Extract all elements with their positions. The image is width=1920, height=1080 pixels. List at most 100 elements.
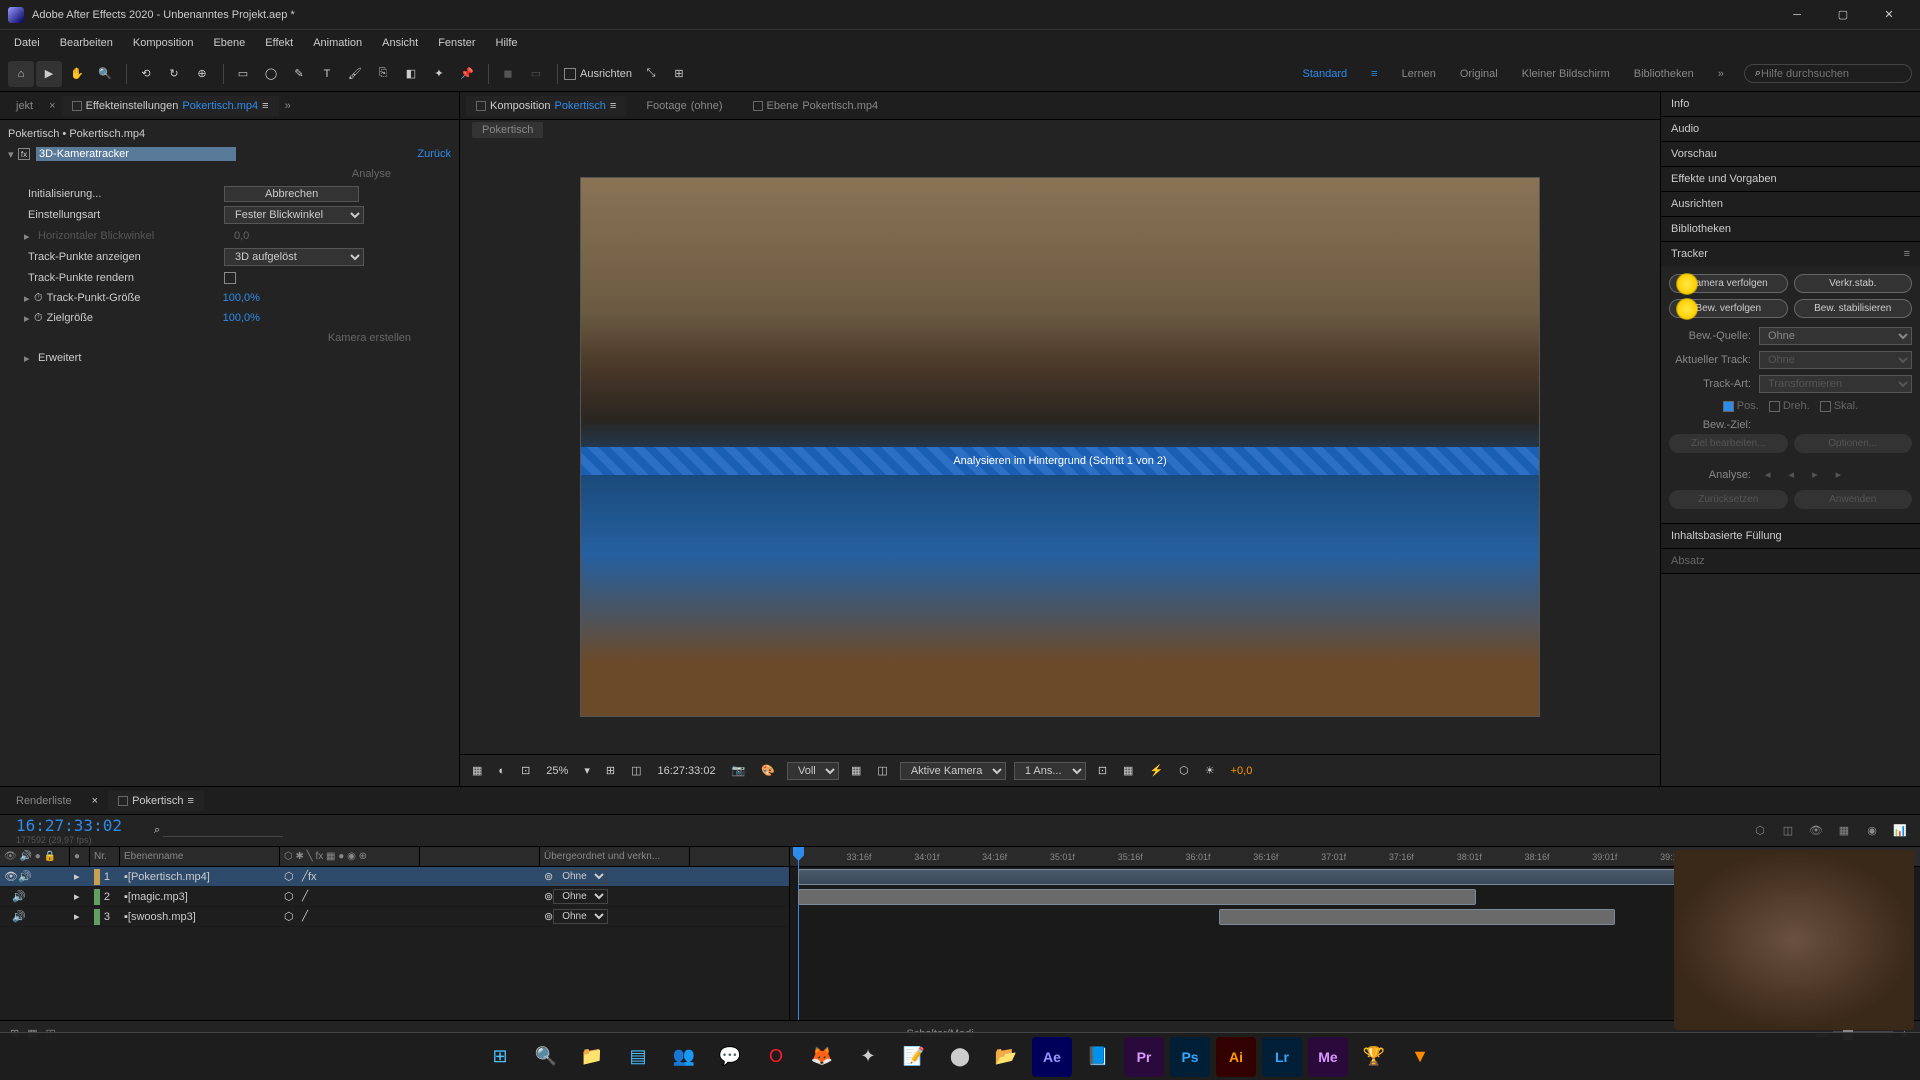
minimize-button[interactable]: ─	[1774, 0, 1820, 30]
notes-icon[interactable]: 📝	[894, 1037, 934, 1077]
search-input[interactable]	[1761, 68, 1901, 80]
selection-tool[interactable]: ▶	[36, 61, 62, 87]
grid-tool[interactable]: ⊞	[666, 61, 692, 87]
fast-preview-icon[interactable]: ⚡	[1145, 762, 1167, 779]
point-size-value[interactable]: 100,0	[223, 292, 251, 304]
home-tool[interactable]: ⌂	[8, 61, 34, 87]
layer-bar-audio2[interactable]	[1219, 909, 1615, 925]
menu-help[interactable]: Hilfe	[486, 33, 528, 53]
align-panel-header[interactable]: Ausrichten	[1661, 192, 1920, 216]
menu-view[interactable]: Ansicht	[372, 33, 428, 53]
res-icon[interactable]: ⊞	[602, 762, 619, 779]
speaker-icon[interactable]: 🔊	[12, 910, 26, 923]
layer-name[interactable]: [Pokertisch.mp4]	[128, 871, 210, 883]
workspace-learn[interactable]: Lernen	[1402, 68, 1436, 80]
target-size-value[interactable]: 100,0	[223, 312, 251, 324]
frame-blend-icon[interactable]: ▦	[1834, 824, 1854, 837]
after-effects-icon[interactable]: Ae	[1032, 1037, 1072, 1077]
maximize-button[interactable]: ▢	[1820, 0, 1866, 30]
setting-type-select[interactable]: Fester Blickwinkel	[224, 206, 364, 224]
color-icon[interactable]: 🎨	[757, 762, 779, 779]
app-icon-3[interactable]: ▼	[1400, 1037, 1440, 1077]
opera-icon[interactable]: O	[756, 1037, 796, 1077]
layer-row[interactable]: 🔊 ▸ 2 ▪ [magic.mp3] ⬡ ╱ ⊚ Ohne	[0, 887, 789, 907]
panel-menu-icon[interactable]: ≡	[1904, 248, 1910, 260]
workspace-more-icon[interactable]: »	[1718, 68, 1724, 80]
view-opt-icon[interactable]: ⊡	[1094, 762, 1111, 779]
workspace-standard[interactable]: Standard	[1302, 68, 1347, 80]
illustrator-icon[interactable]: Ai	[1216, 1037, 1256, 1077]
lightroom-icon[interactable]: Lr	[1262, 1037, 1302, 1077]
timecode-display[interactable]: 16:27:33:02	[653, 763, 719, 779]
effects-panel-header[interactable]: Effekte und Vorgaben	[1661, 167, 1920, 191]
firefox-icon[interactable]: 🦊	[802, 1037, 842, 1077]
3d-icon[interactable]: ⬡	[1175, 762, 1193, 779]
layer-name[interactable]: [swoosh.mp3]	[128, 911, 196, 923]
views-select[interactable]: 1 Ans...	[1014, 762, 1086, 780]
twirl-icon[interactable]: ▾	[8, 148, 18, 161]
close-button[interactable]: ✕	[1866, 0, 1912, 30]
app-icon[interactable]: ✦	[848, 1037, 888, 1077]
motion-blur-icon[interactable]: ◉	[1862, 824, 1882, 837]
mask-icon[interactable]: ◐	[494, 763, 509, 779]
audio-panel-header[interactable]: Audio	[1661, 117, 1920, 141]
help-search[interactable]: ⌕	[1744, 64, 1912, 83]
effect-controls-tab[interactable]: Effekteinstellungen Pokertisch.mp4 ≡	[62, 96, 279, 116]
tab-close-icon[interactable]: ×	[92, 795, 98, 807]
layer-tab[interactable]: Ebene Pokertisch.mp4	[743, 96, 889, 116]
panel-overflow-icon[interactable]: »	[279, 98, 297, 114]
stabilize-button[interactable]: Bew. stabilisieren	[1794, 299, 1913, 318]
brush-tool[interactable]: 🖌	[342, 61, 368, 87]
timeline-timecode[interactable]: 16:27:33:02	[0, 816, 138, 835]
source-select[interactable]: Ohne	[1759, 327, 1912, 345]
taskview-icon[interactable]: ▤	[618, 1037, 658, 1077]
text-tool[interactable]: T	[314, 61, 340, 87]
track-motion-button[interactable]: Bew. verfolgen	[1669, 299, 1788, 318]
align-checkbox[interactable]	[564, 68, 576, 80]
layer-row[interactable]: 👁 🔊 ▸ 1 ▪ [Pokertisch.mp4] ⬡ ╱ fx ⊚ Ohne	[0, 867, 789, 887]
layer-bar-audio1[interactable]	[798, 889, 1476, 905]
solo-icon[interactable]: ⬡	[284, 890, 294, 903]
comp-tab[interactable]: Komposition Pokertisch ≡	[466, 96, 626, 116]
media-encoder-icon[interactable]: Me	[1308, 1037, 1348, 1077]
guides-icon[interactable]: ◫	[873, 762, 891, 779]
twirl-icon[interactable]: ▸	[24, 352, 34, 365]
clone-tool[interactable]: ⎘	[370, 61, 396, 87]
premiere-icon[interactable]: Pr	[1124, 1037, 1164, 1077]
draft3d-icon[interactable]: ◫	[1778, 824, 1798, 837]
cancel-button[interactable]: Abbrechen	[224, 186, 359, 202]
speaker-icon[interactable]: 🔊	[18, 870, 32, 883]
eye-icon[interactable]: 👁	[4, 870, 18, 883]
menu-layer[interactable]: Ebene	[203, 33, 255, 53]
menu-window[interactable]: Fenster	[428, 33, 485, 53]
twirl-icon[interactable]: ▸	[24, 312, 34, 325]
workspace-small[interactable]: Kleiner Bildschirm	[1522, 68, 1610, 80]
stopwatch-icon[interactable]: ⏱	[34, 292, 43, 305]
roi-icon[interactable]: ◫	[627, 762, 645, 779]
solo-icon[interactable]: ⬡	[284, 910, 294, 923]
alpha-icon[interactable]: ▦	[468, 762, 486, 779]
project-tab[interactable]: jekt	[6, 96, 43, 116]
camera-select[interactable]: Aktive Kamera	[900, 762, 1006, 780]
stroke-tool[interactable]: ▭	[523, 61, 549, 87]
absatz-header[interactable]: Absatz	[1661, 549, 1920, 573]
exposure-value[interactable]: +0,0	[1227, 763, 1257, 779]
rect-tool[interactable]: ▭	[230, 61, 256, 87]
anchor-tool[interactable]: ⊕	[189, 61, 215, 87]
exposure-icon[interactable]: ☀	[1201, 762, 1219, 779]
folder-icon[interactable]: 📂	[986, 1037, 1026, 1077]
advanced-label[interactable]: Erweitert	[34, 352, 234, 364]
pixel-icon[interactable]: ▦	[1119, 762, 1137, 779]
preview-panel-header[interactable]: Vorschau	[1661, 142, 1920, 166]
tab-menu-icon[interactable]: ≡	[610, 100, 616, 112]
menu-file[interactable]: Datei	[4, 33, 50, 53]
menu-effect[interactable]: Effekt	[255, 33, 303, 53]
swatch-tool[interactable]: ◼	[495, 61, 521, 87]
info-panel-header[interactable]: Info	[1661, 92, 1920, 116]
tab-close-icon[interactable]: ×	[43, 98, 61, 114]
app-icon-2[interactable]: 🏆	[1354, 1037, 1394, 1077]
stopwatch-icon[interactable]: ⏱	[34, 312, 43, 325]
pen-tool[interactable]: ✎	[286, 61, 312, 87]
zoom-tool[interactable]: 🔍	[92, 61, 118, 87]
workspace-original[interactable]: Original	[1460, 68, 1498, 80]
